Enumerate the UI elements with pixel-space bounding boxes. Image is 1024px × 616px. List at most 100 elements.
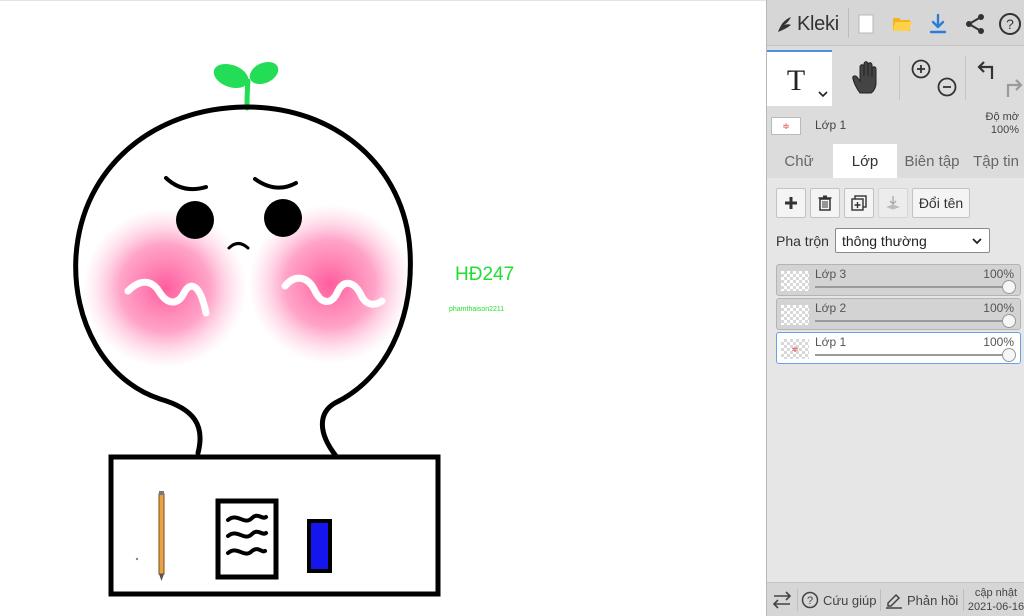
tool-divider xyxy=(899,56,900,100)
top-toolbar: Kleki ? xyxy=(767,0,1024,46)
add-layer-button[interactable] xyxy=(776,188,806,218)
chevron-down-icon xyxy=(972,238,982,245)
download-icon xyxy=(929,13,947,34)
kleki-logo[interactable]: Kleki xyxy=(775,12,839,36)
drawing-artwork xyxy=(73,61,441,597)
layer-thumbnail xyxy=(781,305,809,325)
layer-opacity-track[interactable] xyxy=(815,354,1008,356)
sidebar: Kleki ? T ≑ Lớp 1 Độ mờ 100% Chữ Lớp Biê… xyxy=(766,0,1024,616)
mouth xyxy=(227,242,250,250)
layer-opacity-slider-handle[interactable] xyxy=(1002,348,1016,362)
merge-down-icon xyxy=(886,196,900,210)
dot-mark xyxy=(135,557,139,561)
blend-mode-select[interactable]: thông thường xyxy=(835,228,990,253)
toolbar-divider xyxy=(848,8,849,38)
eraser xyxy=(307,519,332,573)
text-tool-button[interactable]: T xyxy=(767,50,832,106)
eye-right xyxy=(264,199,302,237)
swap-arrows-icon xyxy=(772,591,792,609)
open-file-button[interactable] xyxy=(889,11,915,37)
opacity-readout: Độ mờ 100% xyxy=(986,111,1020,137)
rename-layer-button[interactable]: Đổi tên xyxy=(912,188,970,218)
help-label: Cứu giúp xyxy=(823,592,877,608)
duplicate-layer-button[interactable] xyxy=(844,188,874,218)
panel-tabs: Chữ Lớp Biên tập Tập tin xyxy=(767,144,1024,178)
eyebrow-left xyxy=(164,176,208,192)
duplicate-icon xyxy=(851,195,867,211)
tool-divider xyxy=(965,56,966,100)
kleki-logo-icon xyxy=(778,17,791,32)
layer-opacity-slider-handle[interactable] xyxy=(1002,314,1016,328)
blend-mode-label: Pha trộn xyxy=(776,233,829,249)
paper xyxy=(215,498,279,580)
tab-edit[interactable]: Biên tập xyxy=(899,144,965,178)
plus-icon xyxy=(785,197,797,209)
pencil-note-icon xyxy=(886,593,902,609)
update-info[interactable]: cập nhật 2021-06-16 xyxy=(965,586,1024,614)
layer-name: Lớp 1 xyxy=(815,335,847,349)
undo-redo-icon xyxy=(977,61,1023,97)
layer-row-2[interactable]: Lớp 2 100% xyxy=(776,298,1021,330)
tab-layers[interactable]: Lớp xyxy=(833,144,897,178)
current-layer-thumbnail: ≑ xyxy=(771,117,801,135)
blush-left xyxy=(83,208,247,368)
download-button[interactable] xyxy=(925,11,951,37)
pencil-eraser xyxy=(159,491,164,495)
bottom-divider xyxy=(797,589,798,611)
layer-opacity-track[interactable] xyxy=(815,286,1008,288)
help-button[interactable]: ? xyxy=(997,11,1023,37)
zoom-in-out-icon xyxy=(911,59,957,97)
current-layer-name: Lớp 1 xyxy=(815,118,847,132)
bottom-divider xyxy=(880,589,881,611)
layer-opacity: 100% xyxy=(983,335,1014,349)
zoom-buttons[interactable] xyxy=(902,50,962,106)
blend-mode-value: thông thường xyxy=(842,232,927,249)
tool-row: T xyxy=(767,50,1024,106)
svg-text:?: ? xyxy=(807,595,813,607)
svg-text:T: T xyxy=(787,64,805,97)
delete-layer-button[interactable] xyxy=(810,188,840,218)
update-date: 2021-06-16 xyxy=(967,601,1024,613)
opacity-label: Độ mờ xyxy=(985,111,1020,123)
pencil xyxy=(158,493,165,575)
layer-opacity: 100% xyxy=(983,301,1014,315)
bottom-bar: ? Cứu giúp Phản hồi cập nhật 2021-06-16 xyxy=(767,582,1024,616)
undo-redo-buttons[interactable] xyxy=(967,50,1024,106)
share-button[interactable] xyxy=(962,11,988,37)
layer-row-3[interactable]: Lớp 3 100% xyxy=(776,264,1021,296)
question-circle-icon: ? xyxy=(801,591,819,609)
layer-name: Lớp 2 xyxy=(815,301,847,315)
svg-text:?: ? xyxy=(1006,16,1014,32)
eye-left xyxy=(176,201,214,239)
layers-panel: Đổi tên Pha trộn thông thường Lớp 3 100%… xyxy=(767,178,1024,582)
question-circle-icon: ? xyxy=(999,13,1021,35)
layer-name: Lớp 3 xyxy=(815,267,847,281)
trash-icon xyxy=(818,195,832,211)
canvas-title-text: HĐ247 xyxy=(455,264,515,285)
swap-side-button[interactable] xyxy=(772,583,792,616)
current-layer-info: ≑ Lớp 1 Độ mờ 100% xyxy=(767,108,1024,144)
folder-icon xyxy=(893,18,912,31)
feedback-link[interactable]: Phản hồi xyxy=(885,583,958,616)
hand-icon xyxy=(852,61,877,94)
help-link[interactable]: ? Cứu giúp xyxy=(801,583,877,616)
layer-opacity-slider-handle[interactable] xyxy=(1002,280,1016,294)
sprout-stem xyxy=(244,78,251,111)
eyebrow-right xyxy=(253,177,298,190)
opacity-value: 100% xyxy=(990,124,1019,136)
new-file-button[interactable] xyxy=(853,11,879,37)
tab-text[interactable]: Chữ xyxy=(767,144,831,178)
app-name: Kleki xyxy=(797,12,839,35)
layer-opacity-track[interactable] xyxy=(815,320,1008,322)
feedback-label: Phản hồi xyxy=(907,592,959,608)
drawing-canvas[interactable]: HĐ247 phamthaison2211 xyxy=(0,0,766,616)
bottom-divider xyxy=(963,589,964,611)
text-tool-icon: T xyxy=(787,64,828,98)
layer-row-1[interactable]: ≑ Lớp 1 100% xyxy=(776,332,1021,364)
hand-tool-button[interactable] xyxy=(837,50,897,106)
update-label: cập nhật xyxy=(974,587,1018,599)
tab-file[interactable]: Tập tin xyxy=(967,144,1024,178)
canvas-signature-text: phamthaison2211 xyxy=(449,306,505,313)
layer-thumbnail xyxy=(781,271,809,291)
merge-layer-button[interactable] xyxy=(878,188,908,218)
